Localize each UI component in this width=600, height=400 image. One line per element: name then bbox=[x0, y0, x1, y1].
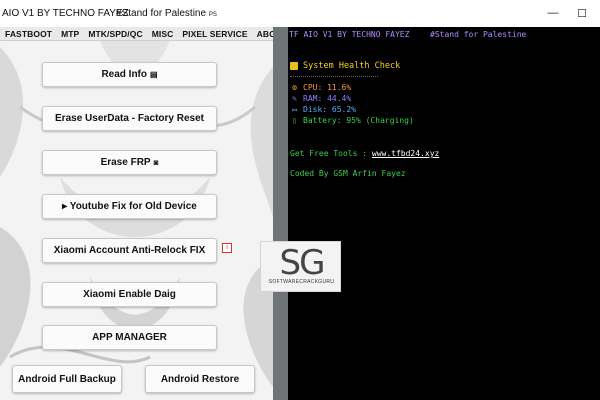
document-icon: ▤ bbox=[150, 70, 158, 79]
console-tag: #Stand for Palestine bbox=[430, 30, 527, 39]
cpu-text: CPU: 11.6% bbox=[303, 83, 352, 92]
android-full-backup-button[interactable]: Android Full Backup bbox=[12, 365, 122, 393]
coded-by-line: Coded By GSM Arfin Fayez bbox=[290, 169, 406, 178]
log-console: TF AIO V1 BY TECHNO FAYEZ #Stand for Pal… bbox=[288, 27, 600, 400]
youtube-fix-button[interactable]: ▸ Youtube Fix for Old Device bbox=[42, 194, 217, 219]
xiaomi-enable-diag-button[interactable]: Xiaomi Enable Daig bbox=[42, 282, 217, 307]
android-restore-button[interactable]: Android Restore bbox=[145, 365, 255, 393]
xiaomi-anti-relock-button[interactable]: Xiaomi Account Anti-Relock FIX bbox=[42, 238, 217, 263]
disk-icon: ▭ bbox=[292, 105, 297, 114]
watermark-text: SOFTWARECRACKGURU bbox=[268, 279, 335, 285]
menu-pixel-service[interactable]: PIXEL SERVICE bbox=[178, 29, 252, 39]
window-title: AIO V1 BY TECHNO FAYEZ bbox=[2, 8, 129, 19]
battery-text: Battery: 95% (Charging) bbox=[303, 116, 414, 125]
system-health-text: System Health Check bbox=[303, 61, 401, 71]
read-info-label: Read Info bbox=[101, 69, 147, 80]
free-tools-link[interactable]: www.tfbd24.xyz bbox=[372, 149, 439, 158]
system-health-heading: System Health Check bbox=[290, 61, 400, 71]
watermark: SG SOFTWARECRACKGURU bbox=[260, 241, 341, 292]
minimize-button[interactable]: — bbox=[543, 5, 563, 21]
read-info-button[interactable]: Read Info ▤ bbox=[42, 62, 217, 87]
info-icon[interactable]: i bbox=[222, 243, 232, 253]
menu-mtk-spd-qc[interactable]: MTK/SPD/QC bbox=[84, 29, 147, 39]
disk-text: Disk: 65.2% bbox=[303, 105, 356, 114]
ram-text: RAM: 44.4% bbox=[303, 94, 352, 103]
left-panel: FASTBOOT MTP MTK/SPD/QC MISC PIXEL SERVI… bbox=[0, 27, 273, 400]
camera-icon: ◙ bbox=[153, 158, 159, 167]
watermark-logo: SG bbox=[279, 243, 326, 283]
health-icon bbox=[290, 62, 298, 70]
maximize-button[interactable]: ☐ bbox=[572, 5, 592, 21]
cpu-stat: ⚙ CPU: 11.6% bbox=[290, 83, 351, 92]
menu-misc[interactable]: MISC bbox=[147, 29, 178, 39]
battery-stat: ▯ Battery: 95% (Charging) bbox=[290, 116, 414, 125]
battery-icon: ▯ bbox=[292, 116, 297, 125]
ram-icon: ✎ bbox=[292, 94, 297, 103]
panel-divider bbox=[273, 27, 288, 400]
ram-stat: ✎ RAM: 44.4% bbox=[290, 94, 351, 103]
window-subtitle-tag: PS bbox=[208, 12, 217, 18]
window-subtitle: #Stand for Palestine PS bbox=[116, 8, 217, 19]
menu-bar: FASTBOOT MTP MTK/SPD/QC MISC PIXEL SERVI… bbox=[0, 27, 273, 41]
disk-stat: ▭ Disk: 65.2% bbox=[290, 105, 356, 114]
menu-fastboot[interactable]: FASTBOOT bbox=[0, 29, 57, 39]
console-title: TF AIO V1 BY TECHNO FAYEZ bbox=[289, 30, 410, 39]
free-tools-line: Get Free Tools : www.tfbd24.xyz bbox=[290, 149, 439, 158]
menu-about[interactable]: ABOUT bbox=[252, 29, 273, 39]
erase-userdata-button[interactable]: Erase UserData - Factory Reset bbox=[42, 106, 217, 131]
erase-frp-label: Erase FRP bbox=[100, 157, 151, 168]
separator bbox=[290, 76, 378, 77]
menu-mtp[interactable]: MTP bbox=[57, 29, 84, 39]
cpu-icon: ⚙ bbox=[292, 83, 297, 92]
window-subtitle-text: #Stand for Palestine bbox=[116, 8, 207, 19]
free-tools-label: Get Free Tools : bbox=[290, 149, 372, 158]
title-bar: AIO V1 BY TECHNO FAYEZ #Stand for Palest… bbox=[0, 0, 600, 27]
erase-frp-button[interactable]: Erase FRP ◙ bbox=[42, 150, 217, 175]
app-manager-button[interactable]: APP MANAGER bbox=[42, 325, 217, 350]
